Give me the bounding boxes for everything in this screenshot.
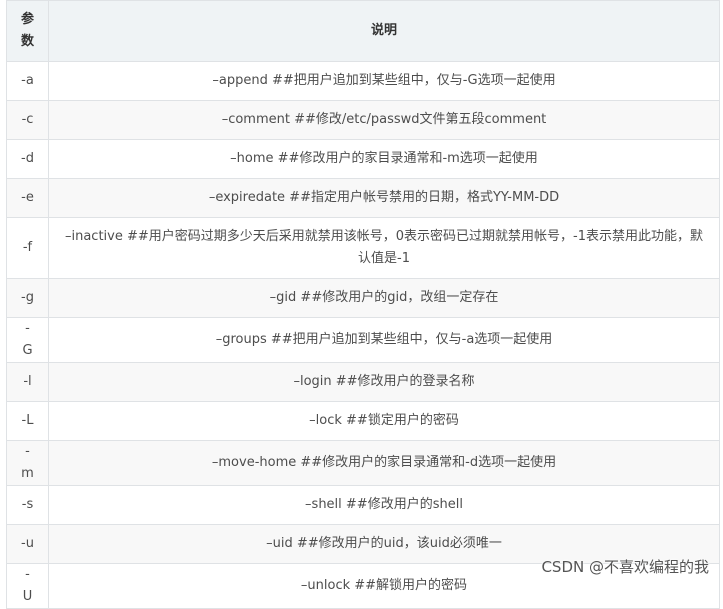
param-cell: -s bbox=[6, 485, 49, 525]
desc-cell: –home ##修改用户的家目录通常和-m选项一起使用 bbox=[48, 139, 720, 179]
table-header-row: 参 数 说明 bbox=[6, 0, 720, 62]
param-cell: -L bbox=[6, 401, 49, 441]
header-param-line1: 参 bbox=[20, 12, 34, 27]
desc-cell: –expiredate ##指定用户帐号禁用的日期，格式YY-MM-DD bbox=[48, 178, 720, 218]
desc-cell: –inactive ##用户密码过期多少天后采用就禁用该帐号，0表示密码已过期就… bbox=[48, 217, 720, 279]
desc-cell: –comment ##修改/etc/passwd文件第五段comment bbox=[48, 100, 720, 140]
desc-cell: –lock ##锁定用户的密码 bbox=[48, 401, 720, 441]
params-table: 参 数 说明 -a –append ##把用户追加到某些组中，仅与-G选项一起使… bbox=[6, 0, 720, 609]
param-cell: -c bbox=[6, 100, 49, 140]
table-row: -L –lock ##锁定用户的密码 bbox=[6, 401, 720, 441]
param-cell: -e bbox=[6, 178, 49, 218]
param-cell: -G bbox=[6, 317, 49, 363]
desc-cell: –groups ##把用户追加到某些组中，仅与-a选项一起使用 bbox=[48, 317, 720, 363]
desc-cell: –move-home ##修改用户的家目录通常和-d选项一起使用 bbox=[48, 440, 720, 486]
header-param: 参 数 bbox=[6, 0, 49, 62]
param-cell: -a bbox=[6, 61, 49, 101]
desc-cell: –gid ##修改用户的gid，改组一定存在 bbox=[48, 278, 720, 318]
table-row: -a –append ##把用户追加到某些组中，仅与-G选项一起使用 bbox=[6, 61, 720, 101]
desc-cell: –shell ##修改用户的shell bbox=[48, 485, 720, 525]
table-row: -l –login ##修改用户的登录名称 bbox=[6, 362, 720, 402]
param-cell: -m bbox=[6, 440, 49, 486]
table-row: -c –comment ##修改/etc/passwd文件第五段comment bbox=[6, 100, 720, 140]
param-cell: -d bbox=[6, 139, 49, 179]
desc-cell: –append ##把用户追加到某些组中，仅与-G选项一起使用 bbox=[48, 61, 720, 101]
table-row: -e –expiredate ##指定用户帐号禁用的日期，格式YY-MM-DD bbox=[6, 178, 720, 218]
table-row: -d –home ##修改用户的家目录通常和-m选项一起使用 bbox=[6, 139, 720, 179]
table-row: -s –shell ##修改用户的shell bbox=[6, 485, 720, 525]
table-row: -f –inactive ##用户密码过期多少天后采用就禁用该帐号，0表示密码已… bbox=[6, 217, 720, 279]
param-cell: -u bbox=[6, 524, 49, 564]
table-row: -m –move-home ##修改用户的家目录通常和-d选项一起使用 bbox=[6, 440, 720, 486]
param-cell: -g bbox=[6, 278, 49, 318]
table-row: -g –gid ##修改用户的gid，改组一定存在 bbox=[6, 278, 720, 318]
param-cell: -U bbox=[6, 563, 49, 609]
param-cell: -l bbox=[6, 362, 49, 402]
desc-cell: –login ##修改用户的登录名称 bbox=[48, 362, 720, 402]
param-cell: -f bbox=[6, 217, 49, 279]
header-param-line2: 数 bbox=[20, 34, 34, 49]
header-desc: 说明 bbox=[48, 0, 720, 62]
csdn-watermark: CSDN @不喜欢编程的我 bbox=[541, 558, 709, 576]
table-row: -G –groups ##把用户追加到某些组中，仅与-a选项一起使用 bbox=[6, 317, 720, 363]
